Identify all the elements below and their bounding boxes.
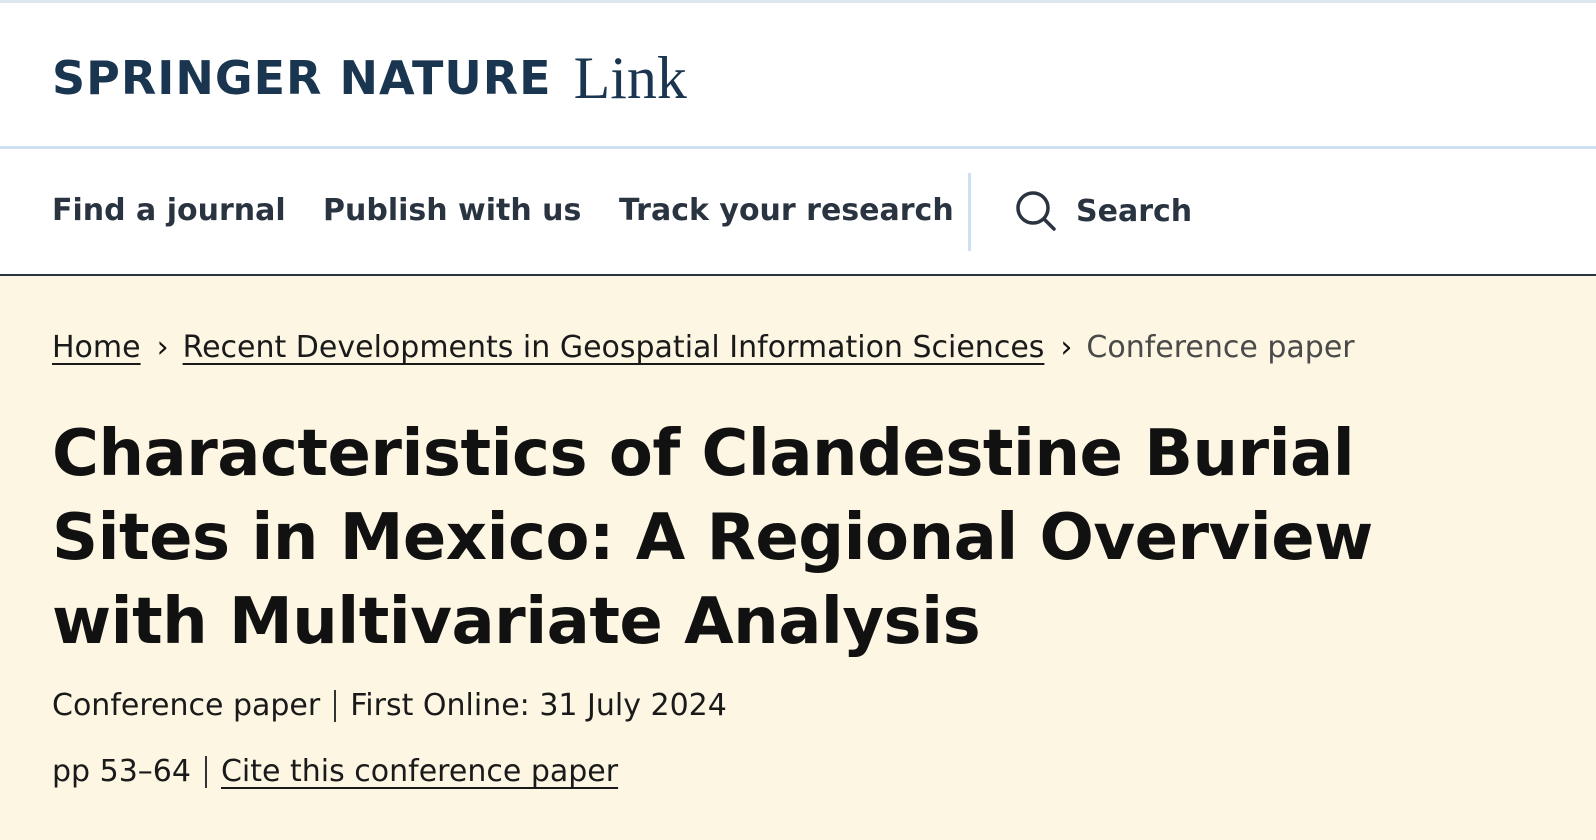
chevron-right-icon: › (156, 330, 169, 365)
cite-link[interactable]: Cite this conference paper (221, 754, 618, 789)
meta-divider (334, 689, 337, 722)
search-icon (1016, 191, 1056, 231)
breadcrumb-current: Conference paper (1086, 330, 1355, 365)
breadcrumb: Home › Recent Developments in Geospatial… (52, 330, 1355, 365)
search-button[interactable]: Search (1014, 189, 1192, 233)
breadcrumb-book[interactable]: Recent Developments in Geospatial Inform… (183, 330, 1045, 365)
search-label: Search (1076, 193, 1193, 229)
logo-springer-nature: SPRINGER NATURE (52, 51, 552, 105)
article-type: Conference paper (52, 688, 321, 723)
nav-publish-with-us[interactable]: Publish with us (323, 193, 581, 228)
logo-link-text: Link (573, 44, 687, 111)
chevron-right-icon: › (1060, 330, 1073, 365)
nav-divider (968, 173, 971, 251)
nav-track-your-research[interactable]: Track your research (619, 193, 954, 228)
article-hero: Home › Recent Developments in Geospatial… (0, 276, 1596, 840)
main-nav: Find a journal Publish with us Track you… (0, 149, 1596, 278)
page-range: pp 53–64 (52, 754, 191, 789)
nav-find-a-journal[interactable]: Find a journal (52, 193, 286, 228)
article-meta-pages: pp 53–64 Cite this conference paper (52, 754, 618, 789)
first-online-date: First Online: 31 July 2024 (350, 688, 727, 723)
site-header: SPRINGER NATURE Link (0, 3, 1596, 149)
meta-divider (204, 755, 207, 788)
page-title: Characteristics of Clandestine Burial Si… (52, 417, 1373, 659)
breadcrumb-home[interactable]: Home (52, 330, 141, 365)
article-meta-type: Conference paper First Online: 31 July 2… (52, 688, 727, 723)
springer-nature-link-logo[interactable]: SPRINGER NATURE Link (52, 43, 687, 113)
